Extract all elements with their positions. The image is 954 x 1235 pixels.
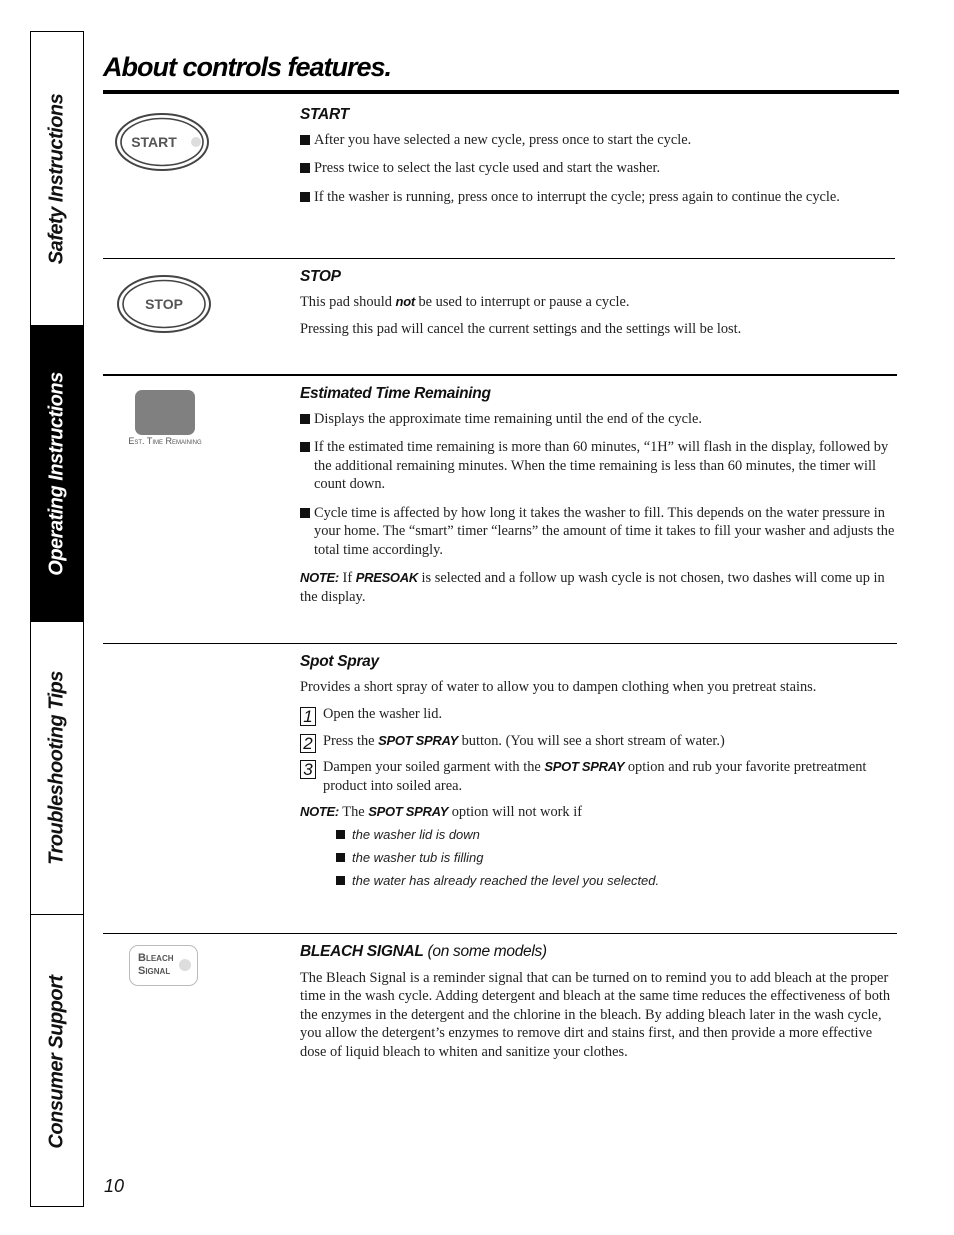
- est-time-label: Est. Time Remaining: [128, 436, 202, 446]
- indicator-light-icon: [191, 137, 201, 147]
- section-bleach-signal: BLEACH SIGNAL (on some models) The Bleac…: [300, 943, 898, 1070]
- section-heading: STOP: [300, 268, 341, 285]
- text: If: [338, 570, 356, 586]
- text: The: [338, 804, 369, 820]
- keyword-spot-spray: SPOT SPRAY: [368, 804, 449, 819]
- bullet-item: If the washer is running, press once to …: [300, 188, 898, 207]
- keyword-spot-spray: SPOT SPRAY: [378, 732, 459, 748]
- bleach-signal-button-icon: Bleach Signal: [129, 945, 198, 986]
- start-button-icon: START: [115, 113, 209, 171]
- keyword-spot-spray: SPOT SPRAY: [544, 759, 625, 774]
- step-item: 1 Open the washer lid.: [300, 705, 898, 726]
- bullet-item: If the estimated time remaining is more …: [300, 438, 898, 494]
- text: This pad should: [300, 293, 396, 310]
- sidebar-nav: Safety Instructions Operating Instructio…: [30, 31, 84, 1207]
- section-heading: Spot Spray: [300, 653, 379, 670]
- tab-safety-instructions[interactable]: Safety Instructions: [31, 32, 83, 326]
- note: NOTE: If PRESOAK is selected and a follo…: [300, 569, 898, 606]
- tab-label: Consumer Support: [45, 974, 68, 1149]
- tab-label: Safety Instructions: [45, 93, 68, 264]
- section-heading: Estimated Time Remaining: [300, 385, 491, 402]
- tab-troubleshooting-tips[interactable]: Troubleshooting Tips: [31, 622, 83, 915]
- step-number: 2: [300, 733, 316, 753]
- stop-icon-label: STOP: [145, 296, 183, 312]
- text: Bleach: [138, 952, 174, 964]
- section-estimated-time: Estimated Time Remaining Displays the ap…: [300, 385, 898, 615]
- text: option will not work if: [448, 804, 583, 820]
- tab-label: Operating Instructions: [45, 371, 68, 576]
- step-item: 3 Dampen your soiled garment with the SPO…: [300, 758, 898, 795]
- time-display-icon: [135, 390, 195, 435]
- bullet-item: Cycle time is affected by how long it ta…: [300, 504, 898, 560]
- start-icon-label: START: [131, 134, 177, 150]
- stop-paragraph-1: This pad should not be used to interrupt…: [300, 293, 898, 312]
- step-item: 2 Press the SPOT SPRAY button. (You will …: [300, 732, 898, 753]
- step-number: 1: [300, 707, 316, 726]
- page-title: About controls features.: [103, 52, 392, 82]
- page-number: 10: [104, 1176, 125, 1196]
- condition-item: the water has already reached the level …: [336, 871, 898, 890]
- condition-item: the washer lid is down: [336, 825, 898, 844]
- bullet-item: Displays the approximate time remaining …: [300, 410, 898, 429]
- bullet-item: Press twice to select the last cycle use…: [300, 159, 898, 178]
- section-start: START After you have selected a new cycl…: [300, 106, 898, 216]
- text: Dampen your soiled garment with the: [323, 759, 545, 775]
- heading-subtitle: (on some models): [423, 943, 548, 960]
- title-rule: [103, 90, 899, 94]
- text: Press the: [323, 732, 379, 749]
- emphasis-not: not: [395, 293, 416, 309]
- keyword-presoak: PRESOAK: [355, 570, 419, 585]
- bleach-icon-label: Bleach Signal: [138, 952, 174, 978]
- section-divider: [103, 258, 895, 259]
- intro-text: Provides a short spray of water to allow…: [300, 678, 817, 695]
- stop-button-icon: STOP: [117, 275, 211, 333]
- step-number: 3: [300, 760, 316, 779]
- tab-operating-instructions[interactable]: Operating Instructions: [31, 326, 83, 622]
- section-divider: [103, 933, 897, 934]
- section-divider: [103, 643, 897, 644]
- tab-consumer-support[interactable]: Consumer Support: [31, 915, 83, 1208]
- bleach-paragraph: The Bleach Signal is a reminder signal t…: [300, 969, 891, 1060]
- text: Signal: [138, 965, 171, 977]
- tab-label: Troubleshooting Tips: [45, 671, 68, 865]
- stop-paragraph-2: Pressing this pad will cancel the curren…: [300, 321, 742, 337]
- text: be used to interrupt or pause a cycle.: [414, 293, 630, 310]
- note-label: NOTE:: [300, 570, 339, 585]
- section-spot-spray: Spot Spray Provides a short spray of wat…: [300, 653, 898, 894]
- section-heading: BLEACH SIGNAL (on some models): [300, 943, 898, 962]
- text: Open the washer lid.: [323, 706, 443, 722]
- note-label: NOTE:: [300, 804, 339, 819]
- section-stop: STOP This pad should not be used to inte…: [300, 268, 898, 348]
- text: button. (You will see a short stream of …: [458, 732, 725, 749]
- bullet-item: After you have selected a new cycle, pre…: [300, 131, 898, 150]
- note: NOTE: The SPOT SPRAY option will not wor…: [300, 803, 898, 822]
- text: BLEACH SIGNAL: [300, 943, 424, 960]
- indicator-light-icon: [179, 959, 191, 971]
- section-heading: START: [300, 106, 349, 123]
- section-divider: [103, 374, 897, 376]
- condition-item: the washer tub is filling: [336, 848, 898, 867]
